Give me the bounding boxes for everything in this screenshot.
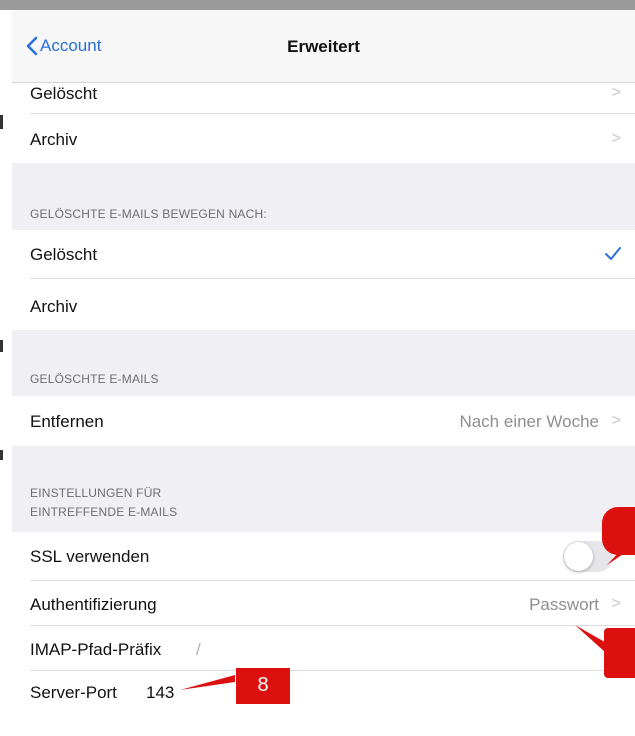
left-edge-mark <box>0 115 3 129</box>
list-item-label: Gelöscht <box>30 84 98 103</box>
window-top-bar <box>0 0 635 10</box>
navigation-bar: Account Erweitert <box>12 10 635 83</box>
imap-prefix-field[interactable]: / <box>196 640 201 660</box>
left-edge-mark <box>0 450 3 460</box>
list-item-ssl: SSL verwenden <box>12 532 635 581</box>
checkmark-icon <box>605 247 621 260</box>
list-item-label: Gelöscht <box>30 245 98 264</box>
list-item-imap-prefix[interactable]: IMAP-Pfad-Präfix / <box>12 626 635 671</box>
list-item-server-port[interactable]: Server-Port 143 <box>12 671 635 736</box>
chevron-right-icon: > <box>611 595 621 612</box>
section-header-line: EINTREFFENDE E-MAILS <box>30 505 178 519</box>
chevron-right-icon: > <box>611 412 621 429</box>
section-header-deleted: GELÖSCHTE E-MAILS <box>30 372 159 386</box>
chevron-right-icon: > <box>611 84 621 101</box>
list-item-label: Authentifizierung <box>30 595 157 614</box>
toggle-knob <box>564 542 593 571</box>
list-item-label: Archiv <box>30 130 78 149</box>
settings-screen: Gelöscht > Archiv > Account Erweitert GE… <box>12 10 635 736</box>
section-header-line: EINSTELLUNGEN FÜR <box>30 486 162 500</box>
list-item-archiv-top[interactable]: Archiv > <box>12 114 635 163</box>
section-header-move: GELÖSCHTE E-MAILS BEWEGEN NACH: <box>30 207 267 221</box>
list-item-move-archiv[interactable]: Archiv <box>12 279 635 330</box>
annotation-badge-8: 8 <box>236 668 290 704</box>
server-port-field[interactable]: 143 <box>146 683 174 703</box>
entfernen-value: Nach einer Woche <box>459 412 599 431</box>
list-item-label: IMAP-Pfad-Präfix <box>30 640 162 659</box>
annotation-badge-partial <box>602 507 635 555</box>
list-item-label: Server-Port <box>30 683 117 702</box>
list-item-move-geloescht[interactable]: Gelöscht <box>12 230 635 279</box>
left-edge-mark <box>0 340 3 352</box>
page-title: Erweitert <box>287 37 360 56</box>
list-item-entfernen[interactable]: Entfernen Nach einer Woche > <box>12 396 635 446</box>
chevron-right-icon: > <box>611 130 621 147</box>
list-item-label: Archiv <box>30 297 78 316</box>
auth-value: Passwort <box>529 595 599 614</box>
section-header-incoming: EINSTELLUNGEN FÜR EINTREFFENDE E-MAILS <box>30 484 177 522</box>
annotation-badge-partial <box>604 628 635 678</box>
list-item-label: SSL verwenden <box>30 547 150 566</box>
list-item-label: Entfernen <box>30 412 104 431</box>
list-item-authentifizierung[interactable]: Authentifizierung Passwort > <box>12 581 635 626</box>
